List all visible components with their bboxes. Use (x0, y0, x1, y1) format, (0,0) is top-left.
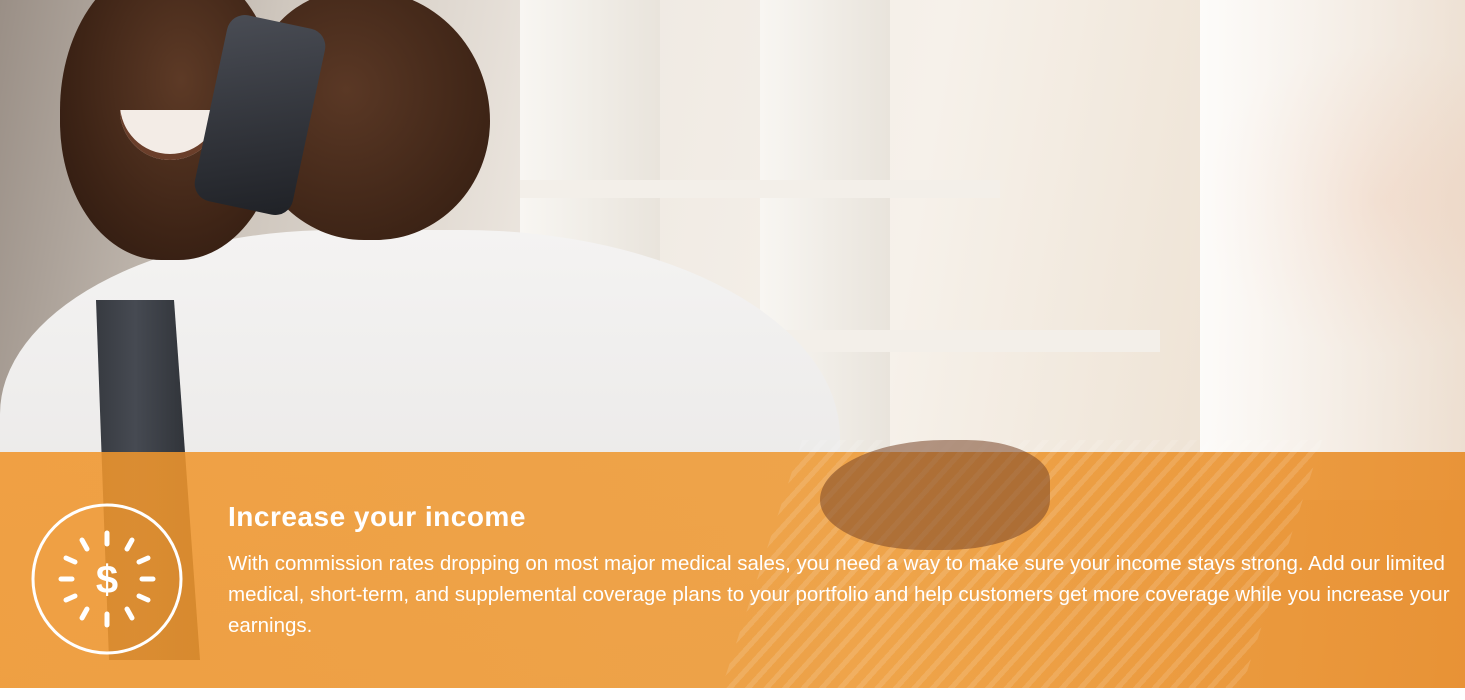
computer-monitor (1200, 0, 1465, 500)
dollar-symbol: $ (96, 558, 118, 602)
dollar-sunburst-icon: $ (30, 502, 184, 656)
feature-title: Increase your income (228, 501, 526, 532)
feature-description: With commission rates dropping on most m… (228, 552, 1450, 637)
bookshelf-shelf (520, 180, 1000, 198)
